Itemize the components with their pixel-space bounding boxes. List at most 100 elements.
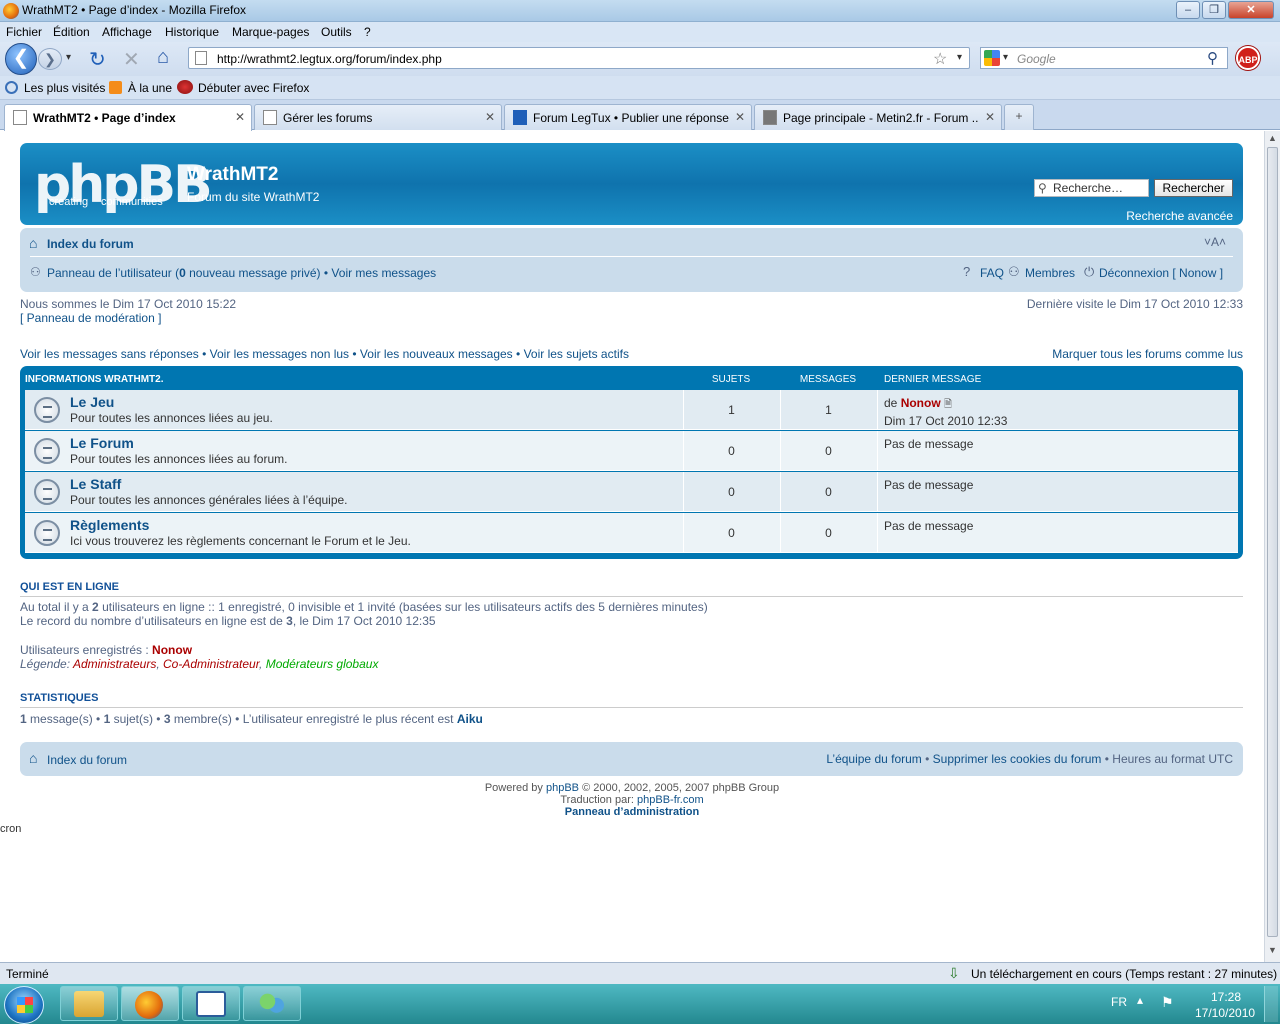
- clock-date[interactable]: 17/10/2010: [1195, 1006, 1255, 1020]
- web-search-box[interactable]: ▾ Google ⚲: [980, 47, 1228, 69]
- scrollbar-thumb[interactable]: [1267, 147, 1278, 937]
- category-header[interactable]: Informations WrathMT2.: [25, 374, 164, 385]
- phpbb-fr-link[interactable]: phpBB-fr.com: [637, 794, 704, 806]
- translation-line: Traduction par: phpBB-fr.com: [0, 794, 1264, 806]
- bookmark-star-icon[interactable]: ☆: [933, 49, 947, 69]
- newest-member[interactable]: Aiku: [457, 712, 483, 726]
- bookmark-most-visited[interactable]: Les plus visités: [24, 81, 105, 95]
- unread-link[interactable]: Voir les messages non lus: [210, 347, 349, 361]
- menu-marque-pages[interactable]: Marque-pages: [232, 25, 309, 39]
- online-text: utilisateurs en ligne :: 1 enregistré, 0…: [98, 600, 708, 614]
- search-icon[interactable]: ⚲: [1207, 49, 1218, 67]
- tray-arrow-icon[interactable]: ▴: [1137, 993, 1143, 1007]
- tab-wrathmt2[interactable]: WrathMT2 • Page d’index ✕: [4, 104, 252, 131]
- clock-time[interactable]: 17:28: [1211, 990, 1241, 1004]
- stop-icon[interactable]: ✕: [123, 47, 140, 72]
- language-indicator[interactable]: FR: [1111, 995, 1127, 1009]
- taskbar-firefox[interactable]: [121, 986, 179, 1021]
- unanswered-link[interactable]: Voir les messages sans réponses: [20, 347, 199, 361]
- bookmark-a-la-une[interactable]: À la une: [128, 81, 172, 95]
- window-title: WrathMT2 • Page d’index - Mozilla Firefo…: [22, 3, 247, 17]
- tab-gerer-forums[interactable]: Gérer les forums ✕: [254, 104, 502, 130]
- forum-table: Informations WrathMT2. Sujets Messages D…: [20, 366, 1243, 559]
- close-window-button[interactable]: ✕: [1228, 1, 1274, 19]
- menu-historique[interactable]: Historique: [165, 25, 219, 39]
- start-button[interactable]: [4, 986, 44, 1024]
- tab-metin2[interactable]: Page principale - Metin2.fr - Forum ... …: [754, 104, 1002, 130]
- action-center-flag-icon[interactable]: ⚑: [1161, 994, 1174, 1011]
- logout-link[interactable]: Déconnexion [ Nonow ]: [1099, 266, 1223, 280]
- font-size-toggle[interactable]: ˅A˄: [1204, 235, 1226, 249]
- taskbar-explorer[interactable]: [60, 986, 118, 1021]
- download-icon[interactable]: ⇩: [948, 965, 960, 982]
- advanced-search-link[interactable]: Recherche avancée: [1120, 209, 1233, 223]
- phpbb-link[interactable]: phpBB: [546, 782, 579, 794]
- url-bar[interactable]: http://wrathmt2.legtux.org/forum/index.p…: [188, 47, 970, 69]
- taskbar-messenger[interactable]: [243, 986, 301, 1021]
- menu-affichage[interactable]: Affichage: [102, 25, 152, 39]
- delete-cookies-link[interactable]: Supprimer les cookies du forum: [933, 752, 1102, 766]
- tab-forum-legtux[interactable]: Forum LegTux • Publier une réponse ✕: [504, 104, 752, 130]
- record-count: 3: [286, 614, 293, 628]
- forum-read-icon: [34, 397, 60, 423]
- history-dropdown-icon[interactable]: ▾: [66, 52, 71, 63]
- new-messages-link[interactable]: Voir les nouveaux messages: [360, 347, 513, 361]
- menu-outils[interactable]: Outils: [321, 25, 352, 39]
- adblock-icon[interactable]: ABP: [1236, 46, 1260, 70]
- tab-label: Forum LegTux • Publier une réponse: [533, 111, 729, 125]
- close-tab-icon[interactable]: ✕: [985, 110, 995, 124]
- search-button[interactable]: Rechercher: [1154, 179, 1233, 197]
- online-title[interactable]: Qui est en ligne: [20, 581, 119, 593]
- show-desktop-button[interactable]: [1264, 986, 1278, 1022]
- back-button[interactable]: ❮: [5, 43, 37, 75]
- menu-help[interactable]: ?: [364, 25, 371, 39]
- scroll-down-icon[interactable]: ▼: [1268, 945, 1277, 955]
- engine-dropdown-icon[interactable]: ▾: [1003, 52, 1008, 63]
- close-tab-icon[interactable]: ✕: [735, 110, 745, 124]
- legend-coadmin[interactable]: Co-Administrateur: [163, 657, 259, 671]
- taskbar-window[interactable]: [182, 986, 240, 1021]
- vertical-scrollbar[interactable]: ▲ ▼: [1264, 131, 1280, 962]
- close-tab-icon[interactable]: ✕: [235, 110, 245, 124]
- forum-name[interactable]: Le Jeu: [70, 394, 114, 410]
- forum-posts-count: 0: [780, 513, 876, 553]
- folder-icon: [74, 991, 104, 1017]
- legend-label: Légende:: [20, 657, 73, 671]
- close-tab-icon[interactable]: ✕: [485, 110, 495, 124]
- scroll-up-icon[interactable]: ▲: [1268, 133, 1277, 143]
- menu-edition[interactable]: Édition: [53, 25, 90, 39]
- faq-link[interactable]: FAQ: [980, 266, 1004, 280]
- reload-icon[interactable]: ↻: [89, 47, 106, 72]
- view-latest-post-icon[interactable]: 🗎: [944, 399, 952, 410]
- forum-search-input[interactable]: ⚲ Recherche…: [1034, 179, 1149, 197]
- footer-breadcrumb-index[interactable]: Index du forum: [47, 753, 127, 767]
- forum-name[interactable]: Le Forum: [70, 435, 134, 451]
- minimize-button[interactable]: ‒: [1176, 1, 1200, 19]
- user-panel-link[interactable]: Panneau de l’utilisateur: [47, 266, 172, 280]
- bookmark-debuter[interactable]: Débuter avec Firefox: [198, 81, 309, 95]
- forward-button[interactable]: ❯: [38, 48, 62, 70]
- url-dropdown-icon[interactable]: ▾: [957, 52, 962, 63]
- forum-name[interactable]: Règlements: [70, 517, 149, 533]
- forum-name[interactable]: Le Staff: [70, 476, 121, 492]
- team-link[interactable]: L’équipe du forum: [826, 752, 921, 766]
- admin-panel-link[interactable]: Panneau d’administration: [565, 806, 699, 818]
- divider: [20, 596, 1243, 597]
- menu-fichier[interactable]: Fichier: [6, 25, 42, 39]
- home-icon: ⌂: [29, 235, 38, 251]
- download-status[interactable]: Un téléchargement en cours (Temps restan…: [971, 967, 1277, 981]
- legend-moderators[interactable]: Modérateurs globaux: [266, 657, 379, 671]
- active-topics-link[interactable]: Voir les sujets actifs: [524, 347, 629, 361]
- view-messages-link[interactable]: Voir mes messages: [331, 266, 436, 280]
- new-tab-button[interactable]: +: [1004, 104, 1034, 130]
- maximize-button[interactable]: ❐: [1202, 1, 1226, 19]
- moderation-panel-link[interactable]: [ Panneau de modération ]: [20, 311, 161, 325]
- last-post-author[interactable]: Nonow: [901, 396, 941, 410]
- legend-admin[interactable]: Administrateurs: [73, 657, 156, 671]
- online-user[interactable]: Nonow: [152, 643, 192, 657]
- powered-text: © 2000, 2002, 2005, 2007 phpBB Group: [579, 782, 780, 794]
- home-icon[interactable]: ⌂: [157, 46, 169, 69]
- mark-all-read-link[interactable]: Marquer tous les forums comme lus: [943, 347, 1243, 361]
- breadcrumb-index[interactable]: Index du forum: [47, 237, 134, 251]
- members-link[interactable]: Membres: [1025, 266, 1075, 280]
